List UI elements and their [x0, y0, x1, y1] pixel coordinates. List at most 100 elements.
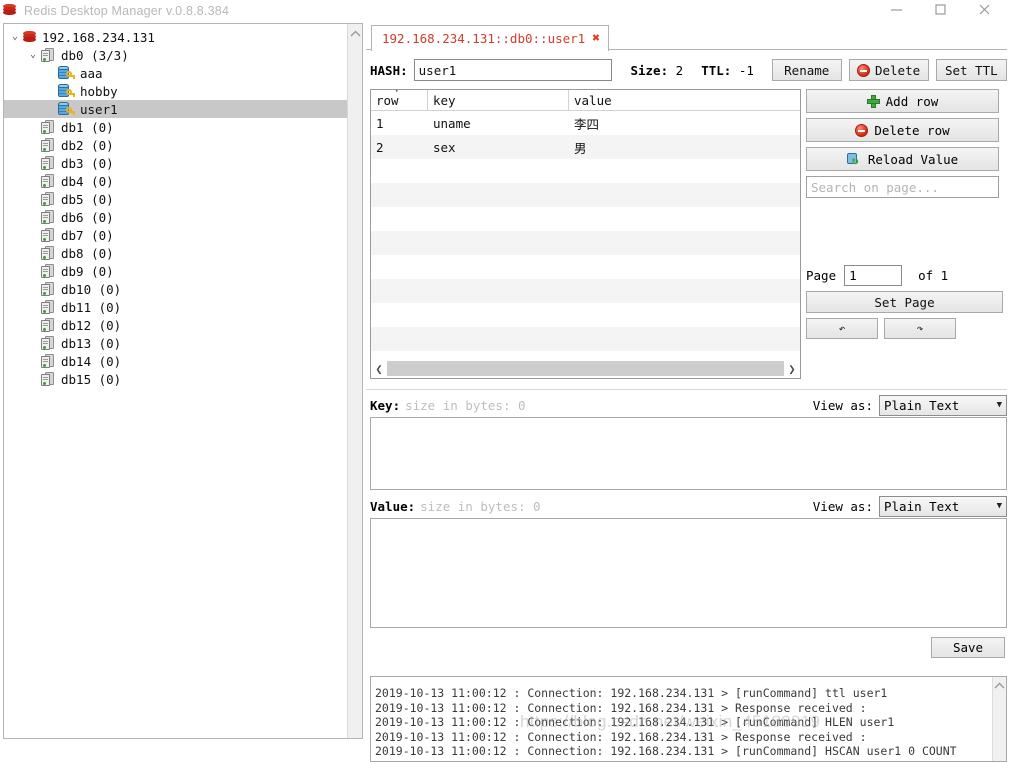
tree-node-db2[interactable]: db2 (0) [4, 136, 347, 154]
sort-caret-icon: ▾ [394, 89, 400, 96]
chevron-up-icon[interactable] [993, 678, 1006, 692]
rename-button[interactable]: Rename [771, 59, 842, 81]
value-view-as-select[interactable]: Plain Text ▼ [879, 495, 1007, 517]
tree-node-aaa[interactable]: aaa [4, 64, 347, 82]
tree-node-user1[interactable]: user1 [4, 100, 347, 118]
database-icon [40, 245, 56, 261]
tree-scrollbar[interactable] [347, 24, 362, 738]
tree-node-label: db1 (0) [61, 119, 114, 135]
tree-node-db9[interactable]: db9 (0) [4, 262, 347, 280]
window-titlebar: Redis Desktop Manager v.0.8.8.384 [0, 0, 1010, 22]
prev-page-button[interactable]: ↶ [806, 318, 878, 339]
key-name-input[interactable] [413, 59, 613, 81]
tree-node-db13[interactable]: db13 (0) [4, 334, 347, 352]
set-page-button[interactable]: Set Page [806, 291, 1003, 313]
tree-node-label: db9 (0) [61, 263, 114, 279]
close-tab-icon[interactable]: ✖ [592, 32, 600, 45]
tree-node-db8[interactable]: db8 (0) [4, 244, 347, 262]
main-panel: 192.168.234.131::db0::user1 ✖ HASH: Size… [366, 23, 1008, 762]
key-view-as-select[interactable]: Plain Text ▼ [879, 394, 1007, 416]
column-header-key[interactable]: key [428, 90, 569, 110]
tree-node-db12[interactable]: db12 (0) [4, 316, 347, 334]
tree-node-label: db11 (0) [61, 299, 122, 315]
tree-node-db1[interactable]: db1 (0) [4, 118, 347, 136]
value-editor-label: Value: [370, 498, 416, 514]
column-header-value[interactable]: value [569, 90, 800, 110]
key-editor-textarea[interactable] [370, 417, 1007, 490]
key-icon [58, 83, 75, 99]
minimize-icon[interactable] [874, 0, 918, 20]
table-horizontal-scrollbar[interactable]: ❮ ❯ [370, 359, 801, 379]
database-icon [40, 299, 56, 315]
chevron-right-icon[interactable]: ❯ [784, 360, 800, 378]
key-icon [58, 65, 75, 81]
tree-node-db3[interactable]: db3 (0) [4, 154, 347, 172]
tree-node-db0[interactable]: ⌄ db0 (3/3) [4, 46, 347, 64]
tree-node-label: db3 (0) [61, 155, 114, 171]
page-number-input[interactable] [844, 265, 903, 286]
hash-table: row ▾ key value 1 uname 李四 2 sex 男 [370, 89, 801, 379]
tree-node-db14[interactable]: db14 (0) [4, 352, 347, 370]
delete-key-button[interactable]: Delete [848, 59, 929, 81]
tree-node-label: db8 (0) [61, 245, 114, 261]
cell-value: 李四 [574, 116, 600, 132]
search-input[interactable] [806, 176, 999, 198]
database-icon [40, 281, 56, 297]
add-row-button[interactable]: Add row [806, 89, 999, 113]
tree-node-hobby[interactable]: hobby [4, 82, 347, 100]
tree-node-label: db7 (0) [61, 227, 114, 243]
set-ttl-label: Set TTL [944, 62, 998, 78]
tab-strip: 192.168.234.131::db0::user1 ✖ [366, 23, 1007, 51]
tree-node-192.168.234.131[interactable]: ⌄ 192.168.234.131 [4, 28, 347, 46]
table-row[interactable]: 2 sex 男 [371, 135, 800, 159]
log-lines: 2019-10-13 11:00:12 : Connection: 192.16… [375, 686, 990, 759]
expand-toggle-icon[interactable]: ⌄ [26, 50, 40, 60]
log-scrollbar[interactable] [992, 677, 1006, 761]
tree-node-db7[interactable]: db7 (0) [4, 226, 347, 244]
size-label: Size: [630, 62, 669, 78]
reload-value-button[interactable]: ↻ Reload Value [806, 147, 999, 171]
key-editor-size: size in bytes: 0 [405, 397, 526, 413]
row-actions-panel: Add row Delete row ↻ Reload Value Page o… [806, 89, 1007, 339]
tree-node-db4[interactable]: db4 (0) [4, 172, 347, 190]
value-editor-size: size in bytes: 0 [420, 498, 541, 514]
close-icon[interactable] [962, 0, 1006, 20]
tree-node-db5[interactable]: db5 (0) [4, 190, 347, 208]
tree-node-label: db5 (0) [61, 191, 114, 207]
table-row-empty [371, 255, 800, 279]
scrollbar-thumb[interactable] [387, 361, 784, 376]
key-icon [58, 101, 75, 117]
table-row[interactable]: 1 uname 李四 [371, 111, 800, 135]
tab-key-user1[interactable]: 192.168.234.131::db0::user1 ✖ [371, 25, 610, 51]
log-line: 2019-10-13 11:00:12 : Connection: 192.16… [375, 744, 957, 758]
tree-node-db11[interactable]: db11 (0) [4, 298, 347, 316]
expand-toggle-icon[interactable]: ⌄ [8, 32, 22, 42]
tree-node-db15[interactable]: db15 (0) [4, 370, 347, 388]
chevron-left-icon[interactable]: ❮ [371, 360, 387, 378]
key-view-as-label: View as: [812, 397, 873, 413]
log-console: 2019-10-13 11:00:12 : Connection: 192.16… [370, 676, 1007, 762]
next-page-button[interactable]: ↷ [884, 318, 956, 339]
save-button[interactable]: Save [931, 637, 1005, 658]
redis-logo-icon [2, 4, 18, 18]
tree-node-label: db2 (0) [61, 137, 114, 153]
table-row-empty [371, 303, 800, 327]
arrow-right-icon: ↷ [916, 322, 924, 335]
tree-node-db6[interactable]: db6 (0) [4, 208, 347, 226]
page-nav-buttons: ↶ ↷ [806, 318, 1007, 339]
ttl-label: TTL: [701, 62, 732, 78]
tree-node-db10[interactable]: db10 (0) [4, 280, 347, 298]
table-header-row: row ▾ key value [371, 90, 800, 111]
database-icon [40, 155, 56, 171]
set-ttl-button[interactable]: Set TTL [935, 59, 1008, 81]
column-header-row[interactable]: row ▾ [371, 90, 428, 110]
tree-node-label: db13 (0) [61, 335, 122, 351]
database-icon [40, 227, 56, 243]
delete-row-button[interactable]: Delete row [806, 118, 999, 142]
key-view-as: View as: Plain Text ▼ [812, 394, 1007, 416]
database-icon [40, 317, 56, 333]
tree-node-label: db15 (0) [61, 371, 122, 387]
chevron-up-icon[interactable] [348, 26, 362, 41]
maximize-icon[interactable] [918, 0, 962, 20]
value-editor-textarea[interactable] [370, 518, 1007, 628]
